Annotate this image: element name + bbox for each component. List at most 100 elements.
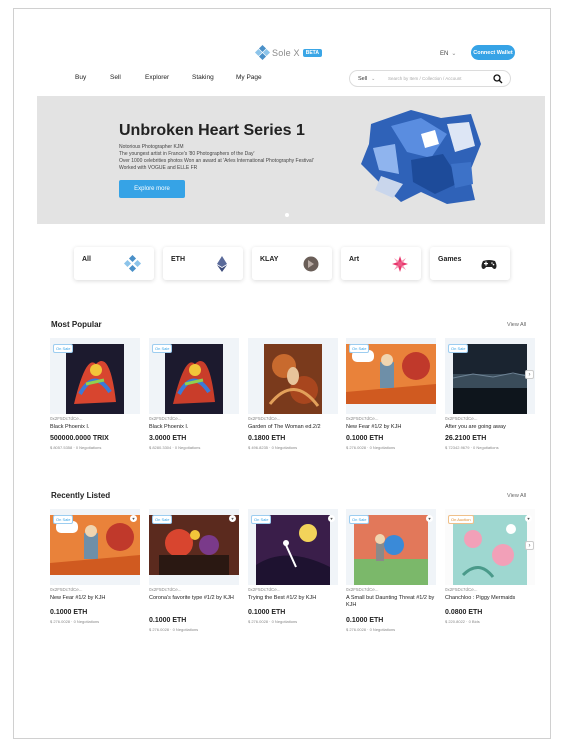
nft-price: 0.1000 ETH <box>346 617 384 624</box>
most-popular-view-all-link[interactable]: View All <box>507 322 526 328</box>
nft-name: New Fear #1/2 by KJH <box>346 424 402 430</box>
nft-meta: $ 276.0028 · 0 Negotiations <box>149 627 199 632</box>
nft-meta: $ 276.0028 · 0 Negotiations <box>50 619 100 624</box>
search-icon[interactable] <box>491 73 505 84</box>
logo[interactable]: Sole X BETA <box>254 44 322 61</box>
hero-line: Notorious Photographer KJM <box>119 144 184 150</box>
on-sale-badge: On Sale <box>251 515 272 524</box>
heart-icon[interactable]: ♥ <box>130 515 137 522</box>
language-selector[interactable]: EN ⌄ <box>440 50 457 58</box>
category-eth[interactable]: ETH <box>163 247 243 280</box>
negotiations: 0 Negotiations <box>172 627 199 632</box>
owner-address: 0x2F5Dc7dCe... <box>445 416 478 421</box>
explore-more-button[interactable]: Explore more <box>119 180 185 198</box>
ethereum-icon <box>217 256 227 272</box>
negotiations: 0 Negotiations <box>73 619 100 624</box>
nft-price: 0.1000 ETH <box>50 609 88 616</box>
chevron-right-icon: › <box>528 371 531 378</box>
owner-address: 0x2F5Dc7dCe... <box>149 587 182 592</box>
usd-value: $ 220.8022 <box>445 619 466 624</box>
nft-meta: $ 276.0028 · 0 Negotiations <box>346 445 396 450</box>
owner-address: 0x2F5Dc7dCe... <box>445 587 478 592</box>
nav-explorer[interactable]: Explorer <box>145 74 169 81</box>
search-input[interactable]: Search by Item / Collection / Account <box>382 76 491 81</box>
search-type-select[interactable]: Sell ⌄ <box>350 76 382 82</box>
language-label: EN <box>440 50 449 57</box>
nft-meta: $ 220.8022 · 0 Bids <box>445 619 480 624</box>
artwork-thumbnail <box>149 515 239 575</box>
art-icon <box>392 256 408 272</box>
nft-name: Garden of The Woman ed.2/2 <box>248 424 321 430</box>
owner-address: 0x2F5Dc7dCe... <box>50 416 83 421</box>
most-popular-title: Most Popular <box>51 320 102 329</box>
beta-badge: BETA <box>302 48 322 57</box>
owner-address: 0x2F5Dc7dCe... <box>149 416 182 421</box>
on-auction-badge: On Auction <box>448 515 474 524</box>
artwork-thumbnail <box>66 344 124 414</box>
nft-meta: $ 276.0028 · 0 Negotiations <box>248 619 298 624</box>
carousel-dot[interactable] <box>285 213 289 217</box>
carousel-next-button[interactable]: › <box>525 370 534 379</box>
connect-wallet-button[interactable]: Connect Wallet <box>471 45 515 60</box>
nft-meta: $ 8280.3304 · 0 Negotiations <box>149 445 201 450</box>
nft-image <box>248 338 338 414</box>
artwork-thumbnail <box>165 344 223 414</box>
artwork-thumbnail <box>453 344 527 414</box>
on-sale-badge: On Sale <box>53 344 74 353</box>
on-sale-badge: On Sale <box>53 515 74 524</box>
artwork-thumbnail <box>264 344 322 414</box>
nft-image: On Sale <box>50 338 140 414</box>
nft-image: On Sale ♥ <box>50 509 140 585</box>
recently-listed-title: Recently Listed <box>51 491 111 500</box>
nft-meta: $ 496.8235 · 0 Negotiations <box>248 445 298 450</box>
nav-my-page[interactable]: My Page <box>236 74 262 81</box>
nft-name: After you are going away <box>445 424 506 430</box>
negotiations: 0 Negotiations <box>271 619 298 624</box>
category-games[interactable]: Games <box>430 247 510 280</box>
chevron-down-icon: ⌄ <box>451 51 457 57</box>
nft-price: 26.2100 ETH <box>445 435 487 442</box>
usd-value: $ 8280.3304 <box>149 445 172 450</box>
negotiations: 0 Negotiations <box>369 627 396 632</box>
nft-image: On Sale <box>149 338 239 414</box>
category-label: Art <box>349 256 360 263</box>
nft-meta: $ 72342.9679 · 0 Negotiations <box>445 445 499 450</box>
nft-price: 0.0800 ETH <box>445 609 483 616</box>
nav-staking[interactable]: Staking <box>192 74 214 81</box>
owner-address: 0x2F5Dc7dCe... <box>248 416 281 421</box>
category-label: Games <box>438 256 462 263</box>
on-sale-badge: On Sale <box>349 515 370 524</box>
hero-line: Worked with VOGUE and ELLE FR <box>119 165 198 171</box>
nft-name: A Small but Daunting Threat #1/2 by KJH <box>346 595 435 608</box>
heart-icon[interactable]: ♥ <box>328 515 335 522</box>
category-label: ETH <box>171 256 185 263</box>
heart-icon[interactable]: ♥ <box>229 515 236 522</box>
heart-icon[interactable]: ♥ <box>426 515 433 522</box>
carousel-next-button[interactable]: › <box>525 541 534 550</box>
hero-artwork <box>361 110 481 204</box>
owner-address: 0x2F5Dc7dCe... <box>50 587 83 592</box>
nav-sell[interactable]: Sell <box>110 74 121 81</box>
negotiations: 0 Negotiations <box>473 445 499 450</box>
hero-line: The youngest artist in France's '80 Phot… <box>119 151 255 157</box>
recently-listed-view-all-link[interactable]: View All <box>507 493 526 499</box>
category-klay[interactable]: KLAY <box>252 247 332 280</box>
nft-price: 0.1000 ETH <box>149 617 187 624</box>
owner-address: 0x2F5Dc7dCe... <box>248 587 281 592</box>
nft-name: New Fear #1/2 by KJH <box>50 595 106 601</box>
usd-value: $ 72342.9679 <box>445 445 470 450</box>
usd-value: $ 276.0028 <box>50 619 71 624</box>
category-all[interactable]: All <box>74 247 154 280</box>
category-art[interactable]: Art <box>341 247 421 280</box>
nft-price: 0.1000 ETH <box>248 609 286 616</box>
hero-title: Unbroken Heart Series 1 <box>119 122 305 139</box>
artwork-thumbnail <box>256 515 330 585</box>
chevron-down-icon: ⌄ <box>371 75 376 82</box>
nft-image: On Auction ♥ <box>445 509 535 585</box>
usd-value: $ 496.8235 <box>248 445 269 450</box>
owner-address: 0x2F5Dc7dCe... <box>346 587 379 592</box>
nft-image: On Sale ♥ <box>149 509 239 585</box>
nft-price: 500000.0000 TRIX <box>50 435 109 442</box>
heart-icon[interactable]: ♥ <box>525 515 532 522</box>
nav-buy[interactable]: Buy <box>75 74 86 81</box>
